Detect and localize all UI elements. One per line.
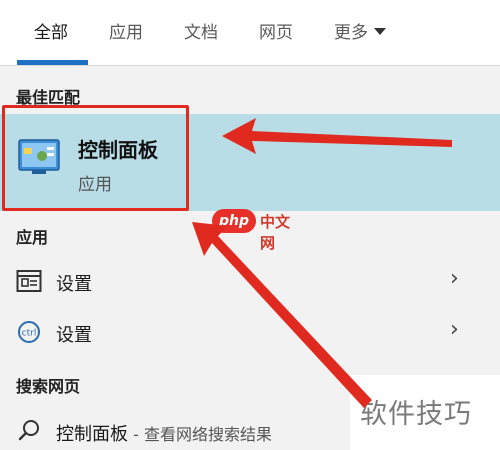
tab-apps[interactable]: 应用 [109,20,143,46]
web-search-query: 控制面板 [56,424,128,445]
apps-header: 应用 [16,228,49,247]
tab-all[interactable]: 全部 [34,20,68,46]
svg-text:ctrl: ctrl [22,329,37,339]
tab-documents[interactable]: 文档 [184,20,218,46]
chevron-right-icon[interactable]: › [450,266,459,291]
search-icon [18,420,39,441]
php-badge: php [212,209,256,233]
tab-web[interactable]: 网页 [259,20,293,46]
tab-more-label: 更多 [334,23,368,43]
web-search-hint: - 查看网络搜索结果 [128,425,272,444]
list-item-settings-2[interactable]: ctrl 设置 › [0,307,500,357]
web-search-header: 搜索网页 [16,377,81,396]
list-item-settings-1[interactable]: 设置 › [0,256,500,306]
annotation-highlight-box [2,105,189,211]
settings-window-icon [16,270,42,292]
tab-more[interactable]: 更多 [334,20,386,46]
chevron-down-icon [374,27,386,35]
search-tab-bar: 全部 应用 文档 网页 更多 [0,0,500,66]
list-item-label: 设置 [56,325,92,346]
active-tab-indicator [17,60,88,65]
list-item-label: 设置 [56,274,92,295]
php-cn-watermark: php 中文网 [212,209,296,252]
web-search-suggestion[interactable]: 控制面板 - 查看网络搜索结果 [56,420,272,446]
settings-gear-icon: ctrl [18,321,40,343]
software-tips-watermark: 软件技巧 [360,399,472,430]
chevron-right-icon[interactable]: › [450,317,459,342]
php-cn-text: 中文网 [260,213,291,252]
